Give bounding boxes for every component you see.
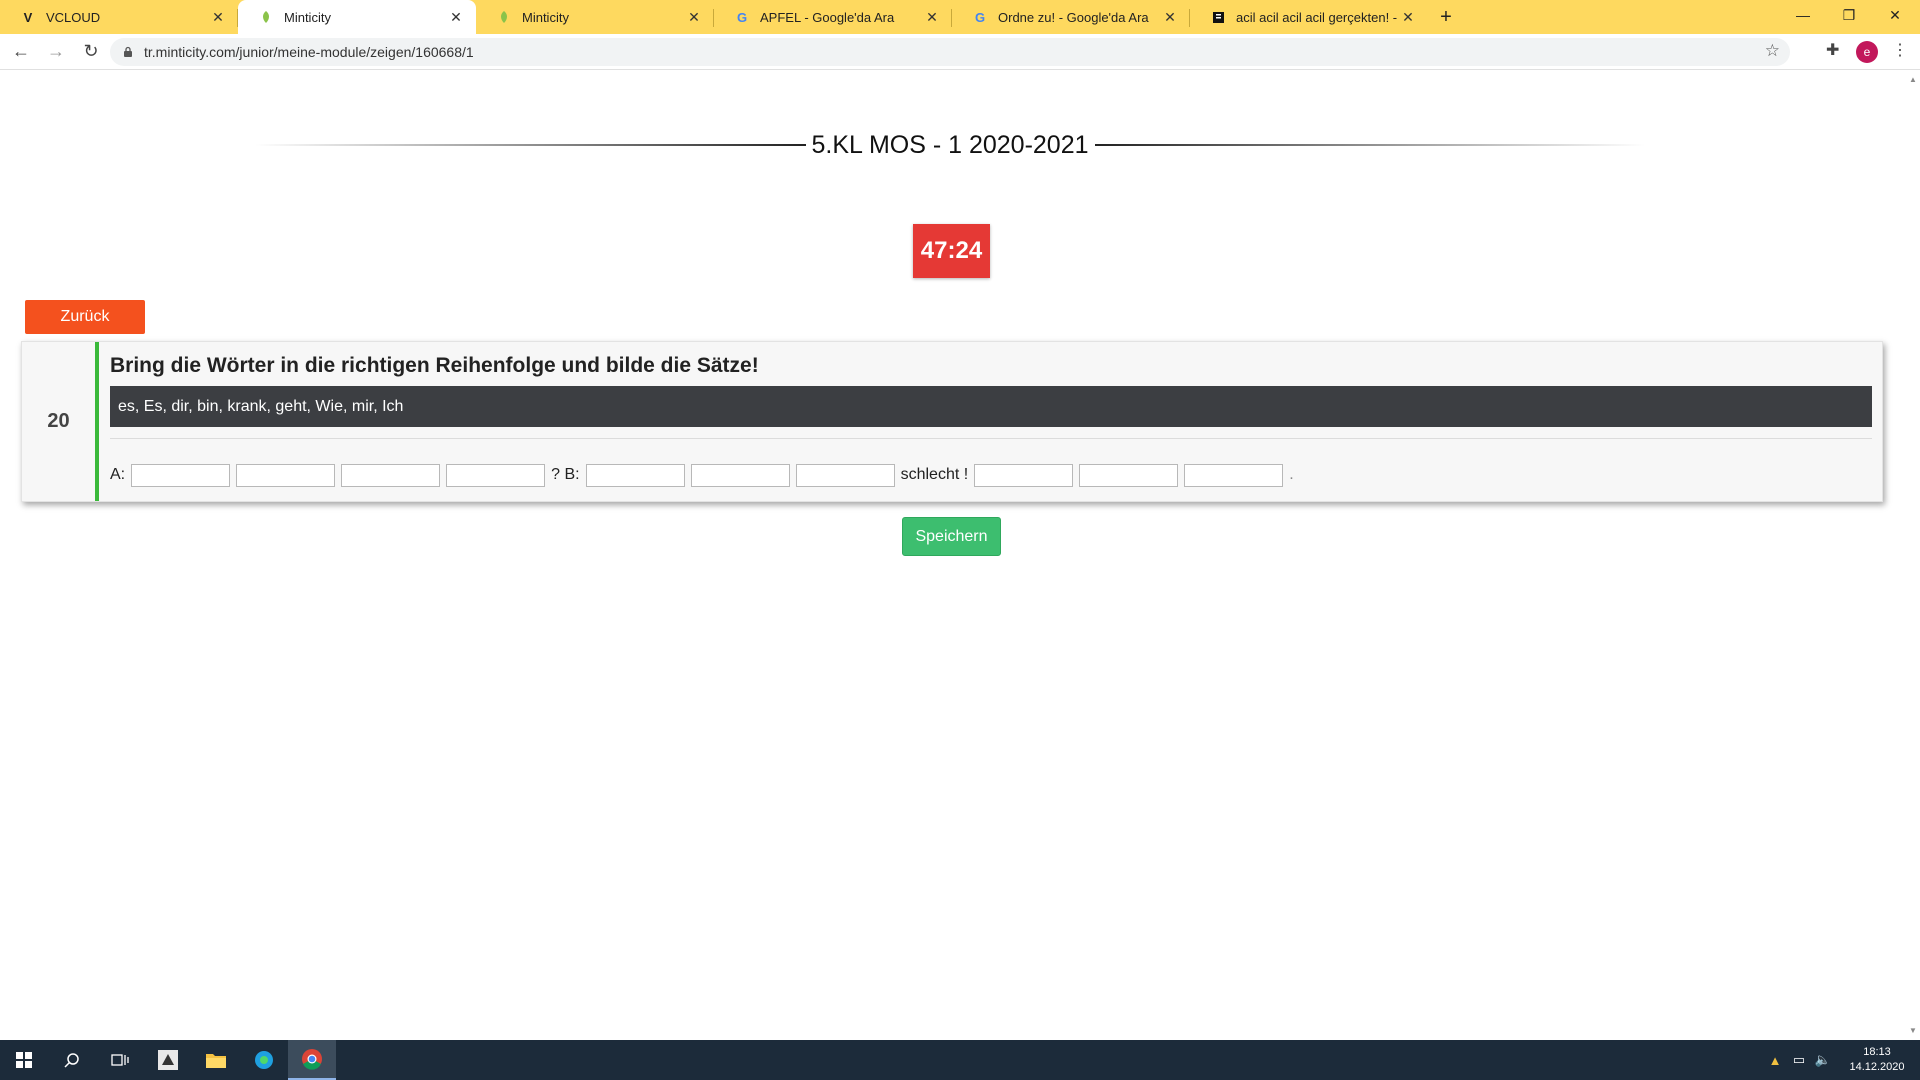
volume-icon[interactable]: 🔈 bbox=[1812, 1052, 1834, 1068]
scroll-up-icon[interactable]: ▲ bbox=[1909, 75, 1917, 84]
clock-time: 18:13 bbox=[1863, 1046, 1891, 1058]
close-tab-icon[interactable]: ✕ bbox=[686, 9, 702, 25]
tab-minticity-active[interactable]: Minticity ✕ bbox=[238, 0, 476, 34]
question-number: 20 bbox=[47, 410, 70, 432]
tab-title: Minticity bbox=[522, 9, 569, 25]
edge-browser-icon[interactable] bbox=[240, 1040, 288, 1080]
tab-title: VCLOUD bbox=[46, 9, 101, 25]
tab-minticity[interactable]: Minticity ✕ bbox=[476, 0, 714, 34]
answer-label-a: A: bbox=[110, 466, 126, 483]
tab-title: APFEL - Google'da Ara bbox=[760, 9, 895, 25]
close-tab-icon[interactable]: ✕ bbox=[924, 9, 940, 25]
search-icon[interactable] bbox=[48, 1040, 96, 1080]
answer-blank-5[interactable] bbox=[585, 463, 685, 487]
back-button[interactable]: Zurück bbox=[25, 300, 145, 334]
reload-icon[interactable]: ↻ bbox=[77, 38, 105, 66]
address-bar[interactable]: tr.minticity.com/junior/meine-module/zei… bbox=[110, 38, 1790, 66]
google-icon: G bbox=[974, 9, 986, 25]
question-divider bbox=[110, 438, 1872, 439]
system-tray: ▲ ▭ 🔈 18:13 14.12.2020 bbox=[1764, 1040, 1920, 1080]
tab-google-apfel[interactable]: G APFEL - Google'da Ara ✕ bbox=[714, 0, 952, 34]
profile-avatar[interactable]: e bbox=[1856, 41, 1878, 63]
tab-vcloud[interactable]: V VCLOUD ✕ bbox=[0, 0, 238, 34]
minimize-icon[interactable]: — bbox=[1780, 0, 1826, 30]
browser-tab-strip: V VCLOUD ✕ Minticity ✕ Minticity ✕ G APF… bbox=[0, 0, 1920, 34]
system-clock[interactable]: 18:13 14.12.2020 bbox=[1844, 1045, 1910, 1075]
answer-blank-10[interactable] bbox=[1184, 463, 1284, 487]
task-view-icon[interactable] bbox=[96, 1040, 144, 1080]
clock-date: 14.12.2020 bbox=[1849, 1061, 1905, 1073]
answer-text-question-b: ? B: bbox=[551, 466, 580, 483]
heading-divider-left bbox=[255, 144, 806, 146]
extensions-puzzle-icon[interactable]: ✚ bbox=[1826, 40, 1839, 60]
page-content: 5.KL MOS - 1 2020-2021 47:24 Zurück 20 B… bbox=[0, 71, 1905, 1039]
close-window-icon[interactable]: ✕ bbox=[1872, 0, 1918, 30]
leaf-icon bbox=[496, 9, 512, 25]
question-title: Bring die Wörter in die richtigen Reihen… bbox=[110, 354, 759, 377]
close-tab-icon[interactable]: ✕ bbox=[1162, 9, 1178, 25]
file-explorer-icon[interactable] bbox=[192, 1040, 240, 1080]
answer-blank-2[interactable] bbox=[236, 463, 336, 487]
tab-eodev[interactable]: acil acil acil acil gerçekten! - Eodev ✕ bbox=[1190, 0, 1428, 34]
answer-text-schlecht: schlecht ! bbox=[900, 466, 969, 483]
answer-blank-1[interactable] bbox=[131, 463, 231, 487]
vcloud-favicon-icon: V bbox=[23, 9, 33, 25]
answer-blank-7[interactable] bbox=[795, 463, 895, 487]
countdown-timer: 47:24 bbox=[913, 224, 990, 278]
back-arrow-icon[interactable]: ← bbox=[7, 38, 35, 66]
page-scrollbar[interactable]: ▲ ▼ bbox=[1905, 71, 1920, 1039]
taskbar-app-icon[interactable] bbox=[144, 1040, 192, 1080]
answer-blank-9[interactable] bbox=[1079, 463, 1179, 487]
network-icon[interactable]: ▭ bbox=[1788, 1052, 1810, 1068]
question-accent-bar bbox=[95, 342, 99, 501]
answer-blank-6[interactable] bbox=[690, 463, 790, 487]
close-tab-icon[interactable]: ✕ bbox=[448, 9, 464, 25]
word-bank: es, Es, dir, bin, krank, geht, Wie, mir,… bbox=[110, 386, 1872, 427]
page-title: 5.KL MOS - 1 2020-2021 bbox=[811, 130, 1089, 159]
leaf-icon bbox=[258, 9, 274, 25]
answer-blank-4[interactable] bbox=[446, 463, 546, 487]
scroll-down-icon[interactable]: ▼ bbox=[1909, 1026, 1917, 1035]
forward-arrow-icon[interactable]: → bbox=[42, 38, 70, 66]
answer-blank-8[interactable] bbox=[974, 463, 1074, 487]
google-icon: G bbox=[736, 9, 748, 25]
new-tab-button[interactable]: + bbox=[1428, 0, 1464, 34]
close-tab-icon[interactable]: ✕ bbox=[1400, 9, 1416, 25]
close-tab-icon[interactable]: ✕ bbox=[210, 9, 226, 25]
windows-start-icon[interactable] bbox=[0, 1040, 48, 1080]
answer-text-period: . bbox=[1289, 466, 1294, 483]
question-card: 20 Bring die Wörter in die richtigen Rei… bbox=[21, 341, 1883, 502]
lock-icon bbox=[124, 46, 132, 57]
answer-row: A: ? B: schlecht ! . bbox=[110, 462, 1294, 488]
url-text: tr.minticity.com/junior/meine-module/zei… bbox=[144, 44, 474, 60]
heading-divider-right bbox=[1094, 144, 1646, 146]
tab-google-ordne[interactable]: G Ordne zu! - Google'da Ara ✕ bbox=[952, 0, 1190, 34]
chrome-browser-icon[interactable] bbox=[288, 1040, 336, 1080]
tab-title: Minticity bbox=[284, 9, 331, 25]
windows-taskbar: ▲ ▭ 🔈 18:13 14.12.2020 bbox=[0, 1040, 1920, 1080]
tab-title: Ordne zu! - Google'da Ara bbox=[998, 9, 1149, 25]
update-icon[interactable]: ▲ bbox=[1764, 1053, 1786, 1068]
book-icon bbox=[1210, 9, 1226, 25]
tab-title: acil acil acil acil gerçekten! - Eodev bbox=[1236, 9, 1400, 25]
restore-icon[interactable]: ❐ bbox=[1826, 0, 1872, 30]
module-heading: 5.KL MOS - 1 2020-2021 bbox=[255, 129, 1646, 161]
browser-toolbar: ← → ↻ tr.minticity.com/junior/meine-modu… bbox=[0, 34, 1920, 70]
menu-kebab-icon[interactable]: ⋮ bbox=[1892, 40, 1908, 60]
bookmark-star-icon[interactable]: ☆ bbox=[1765, 41, 1780, 61]
save-button[interactable]: Speichern bbox=[902, 517, 1001, 556]
answer-blank-3[interactable] bbox=[341, 463, 441, 487]
